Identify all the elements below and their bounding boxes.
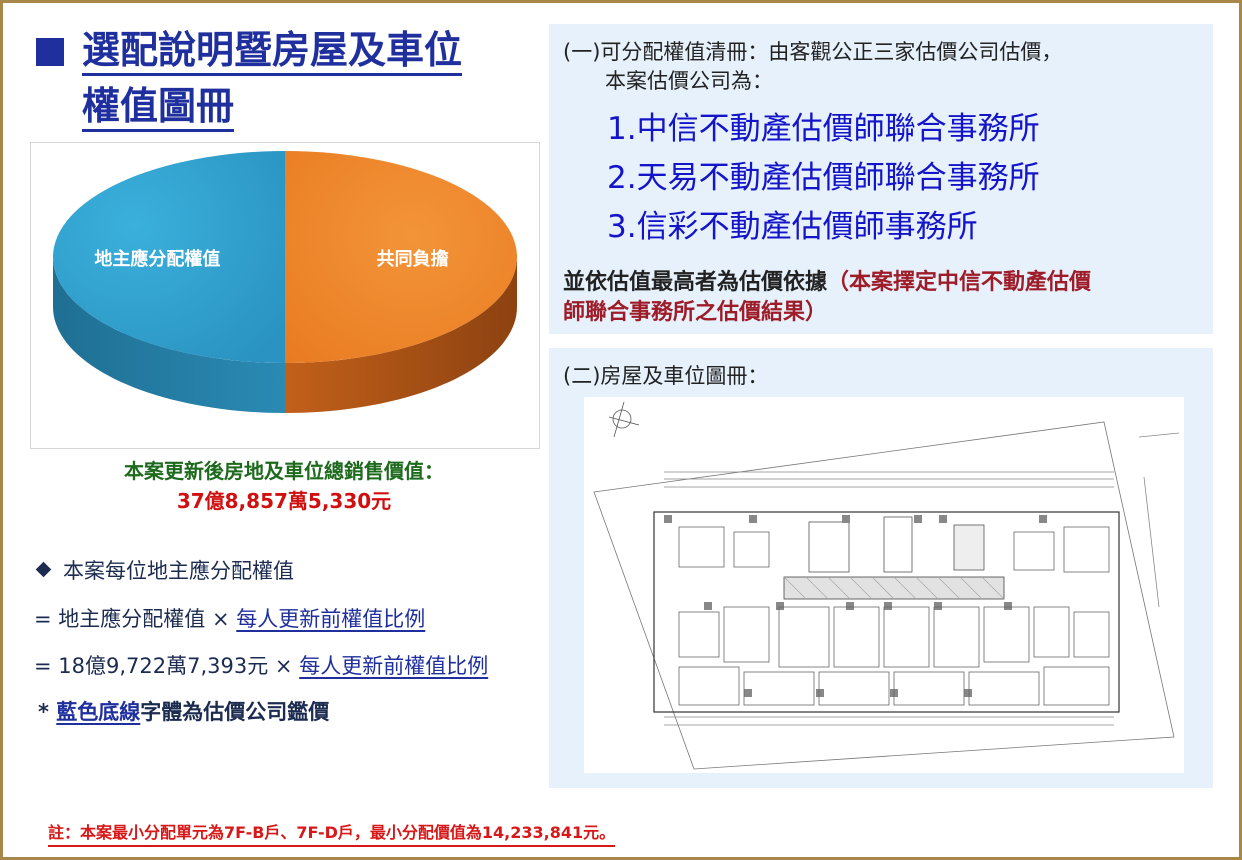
floor-plan-heading: (二)房屋及車位圖冊： (563, 364, 769, 388)
conclusion-basis: 並依估值最高者為估價依據 (563, 270, 828, 295)
appraisal-conclusion-line-2: 師聯合事務所之估價結果） (563, 300, 828, 325)
footnote-rest: 字體為估價公司鑑價 (140, 700, 330, 724)
formula-heading: 本案每位地主應分配權值 (34, 555, 294, 585)
diamond-bullet-icon (35, 561, 52, 578)
formula-heading-text: 本案每位地主應分配權值 (63, 559, 294, 583)
formula-footnote: * 藍色底線字體為估價公司鑑價 (38, 696, 329, 726)
pie-label-1: 共同負擔 (377, 248, 449, 270)
total-sales-value: 37億8,857萬5,330元 (176, 489, 392, 513)
appraisal-conclusion-line-1: 並依估值最高者為估價依據（本案擇定中信不動產估價 (563, 264, 1091, 296)
page-title-line-2: 權值圖冊 (82, 84, 235, 132)
title-bullet-icon (36, 38, 64, 66)
total-sales-label: 本案更新後房地及車位總銷售價值： (124, 459, 444, 483)
footnote-min-allocation: 註：本案最小分配單元為7F-B戶、7F-D戶，最小分配價值為14,233,841… (48, 819, 616, 847)
firm-item-3: 3.信彩不動產估價師事務所 (607, 209, 978, 245)
appraisal-panel: (一)可分配權值清冊：由客觀公正三家估價公司估價， 本案估價公司為： 1.中信不… (549, 24, 1213, 334)
page-title-line-1: 選配說明暨房屋及車位 (82, 28, 463, 76)
pie-chart-svg: 地主應分配權值 共同負擔 (53, 151, 517, 413)
floor-plan-image (584, 397, 1184, 773)
floor-plan-drawing (593, 401, 1180, 770)
formula-line-2-ratio: 每人更新前權值比例 (299, 654, 489, 678)
appraisal-intro-line-1: (一)可分配權值清冊：由客觀公正三家估價公司估價， (563, 40, 1063, 64)
conclusion-selected-firm: （本案擇定中信不動產估價 (827, 270, 1092, 295)
footnote-underline-term: 藍色底線 (56, 700, 141, 724)
firm-item-1: 1.中信不動產估價師聯合事務所 (607, 111, 1040, 147)
formula-line-1-prefix: = 地主應分配權值 × (34, 607, 230, 631)
formula-line-1-ratio: 每人更新前權值比例 (236, 607, 426, 631)
formula-line-2-prefix: = 18億9,722萬7,393元 × (34, 654, 293, 678)
pie-label-0: 地主應分配權值 (94, 248, 220, 270)
footnote-star: * (38, 700, 49, 724)
appraisal-intro-line-2: 本案估價公司為： (605, 69, 773, 93)
firm-item-2: 2.天易不動產估價師聯合事務所 (607, 160, 1040, 196)
formula-line-2: = 18億9,722萬7,393元 × 每人更新前權值比例 (34, 650, 488, 680)
pie-chart: 地主應分配權值 共同負擔 (30, 142, 540, 449)
formula-line-1: = 地主應分配權值 × 每人更新前權值比例 (34, 603, 425, 633)
